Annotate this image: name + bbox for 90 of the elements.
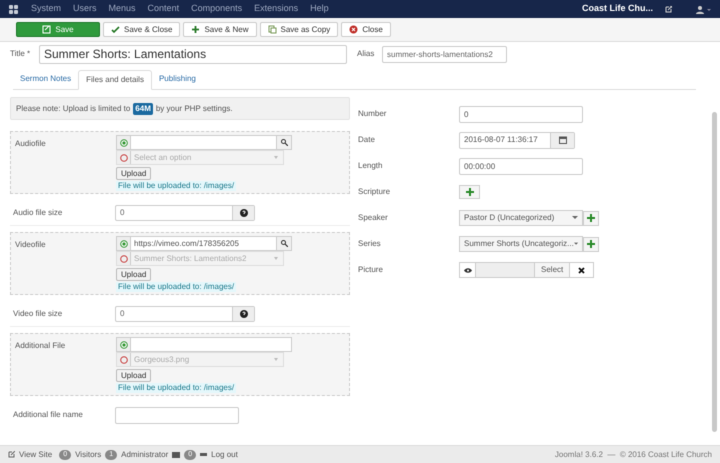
edit-icon: [42, 25, 52, 34]
menu-item[interactable]: Extensions: [254, 2, 298, 16]
radio-icon[interactable]: [120, 356, 128, 364]
radio-icon[interactable]: [120, 254, 128, 262]
toolbar-button[interactable]: Save & Close: [103, 22, 180, 37]
size-input[interactable]: 0: [115, 204, 255, 220]
tab[interactable]: Files and details: [78, 70, 152, 90]
close-icon: [349, 25, 358, 34]
menu-item[interactable]: Content: [148, 2, 180, 16]
notice-text: Please note: Upload is limited to: [16, 102, 130, 114]
search-icon: [280, 240, 288, 247]
scrollbar[interactable]: [712, 112, 717, 432]
field-label: Picture: [358, 264, 384, 276]
menu-item[interactable]: Help: [310, 2, 329, 16]
search-icon: [280, 139, 288, 146]
upload-note: File will be uploaded to: /images/: [116, 383, 236, 393]
minus-icon: [200, 453, 208, 456]
url-input[interactable]: [116, 337, 292, 352]
size-input[interactable]: 0: [115, 306, 255, 322]
toolbar-button[interactable]: Save as Copy: [260, 22, 338, 37]
select-dropdown[interactable]: Summer Shorts (Uncategoriz...: [459, 236, 583, 252]
copy-icon: [268, 25, 276, 34]
text-input[interactable]: 0: [459, 106, 583, 122]
field-label: Audiofile: [15, 138, 47, 150]
text-input[interactable]: [115, 406, 239, 424]
size-badge: 64M: [133, 102, 153, 114]
logo-icon: [8, 4, 19, 14]
add-button[interactable]: [583, 236, 599, 252]
title-input[interactable]: Summer Shorts: Lamentations: [39, 44, 347, 64]
radio-checked-icon[interactable]: [120, 240, 128, 248]
toolbar-button[interactable]: Save: [16, 22, 100, 37]
url-input[interactable]: https://vimeo.com/178356205: [116, 236, 292, 251]
footer-text: Joomla! 3.6.2 — © 2016 Coast Life Church: [554, 448, 712, 460]
radio-icon[interactable]: [120, 154, 128, 162]
upload-button[interactable]: Upload: [116, 369, 152, 382]
field-label: Speaker: [358, 212, 389, 224]
radio-checked-icon[interactable]: [120, 138, 128, 146]
field-label: Videofile: [15, 239, 47, 251]
upload-button[interactable]: Upload: [116, 268, 152, 281]
view-site-link[interactable]: View Site: [19, 448, 52, 460]
field-label: Number: [358, 108, 388, 120]
plus-icon: [466, 188, 474, 196]
alias-input[interactable]: summer-shorts-lamentations2: [382, 46, 507, 62]
field-label: Length: [358, 160, 384, 172]
help-icon: [240, 208, 248, 216]
caret-icon: [574, 242, 578, 246]
add-button[interactable]: [459, 185, 480, 199]
field-label: Scripture: [358, 186, 392, 198]
external-link-icon: [8, 451, 15, 458]
url-input[interactable]: [116, 135, 292, 150]
plus-icon: [587, 214, 595, 222]
field-label: Video file size: [12, 308, 64, 320]
toolbar-button[interactable]: Close: [341, 22, 391, 37]
external-link-icon: [665, 6, 672, 12]
upload-button[interactable]: Upload: [116, 167, 152, 180]
site-link[interactable]: Coast Life Chu...: [582, 2, 653, 16]
radio-checked-icon[interactable]: [120, 340, 128, 348]
toolbar-button[interactable]: Save & New: [183, 22, 256, 37]
browse-button[interactable]: [276, 237, 291, 250]
field-label: Additional File: [15, 340, 66, 352]
status-text: Administrator: [121, 448, 168, 460]
tab[interactable]: Sermon Notes: [13, 69, 78, 89]
help-icon: [240, 310, 248, 318]
field-label: Series: [358, 238, 382, 250]
check-icon: [111, 25, 120, 34]
user-icon: [696, 4, 712, 14]
field-label: Alias: [357, 48, 376, 60]
text-input[interactable]: 00:00:00: [459, 158, 583, 174]
calendar-icon: [558, 136, 566, 144]
status-text: Visitors: [75, 448, 102, 460]
select-dropdown[interactable]: Pastor D (Uncategorized): [459, 210, 583, 226]
plus-icon: [191, 25, 200, 34]
add-button[interactable]: [583, 210, 599, 226]
logout-link[interactable]: Log out: [211, 448, 238, 460]
field-label: Audio file size: [12, 206, 64, 218]
upload-note: File will be uploaded to: /images/: [116, 282, 236, 292]
menu-item[interactable]: Users: [73, 2, 97, 16]
menu-item[interactable]: Menus: [108, 2, 136, 16]
menu-item[interactable]: System: [31, 2, 62, 16]
field-label: Additional file name: [12, 409, 84, 421]
menu-item[interactable]: Components: [191, 2, 242, 16]
caret-icon: [572, 216, 578, 220]
date-input[interactable]: 2016-08-07 11:36:17: [459, 132, 575, 148]
plus-icon: [587, 240, 595, 248]
field-label: Date: [358, 134, 376, 146]
browse-button[interactable]: [276, 136, 291, 149]
upload-note: File will be uploaded to: /images/: [116, 181, 236, 191]
tab[interactable]: Publishing: [152, 69, 203, 89]
notice-text: by your PHP settings.: [156, 102, 233, 114]
field-label: Title *: [10, 48, 32, 60]
